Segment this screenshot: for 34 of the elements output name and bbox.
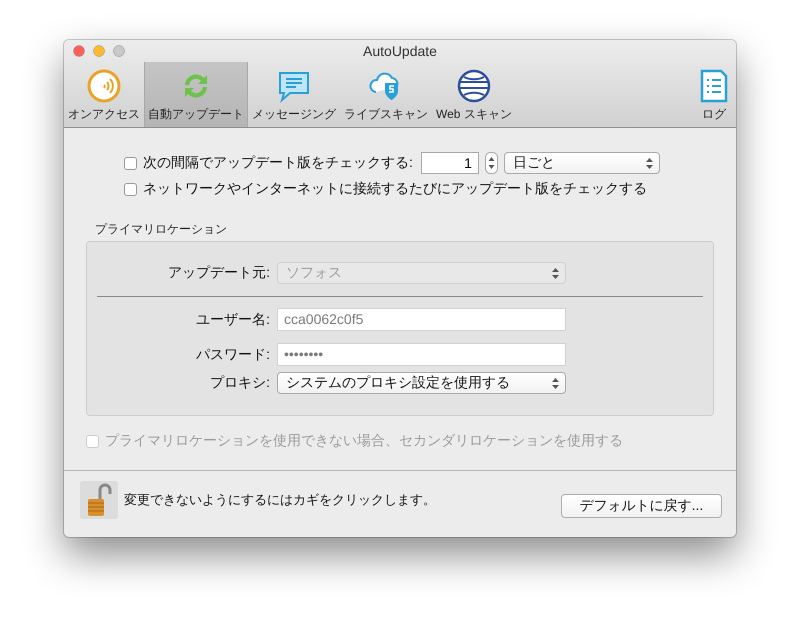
field-label: ユーザー名: [195, 310, 270, 328]
unit-select[interactable]: 日ごと [504, 152, 660, 174]
zoom-icon[interactable] [113, 45, 125, 57]
toolbar-tab[interactable]: Web スキャン [432, 62, 516, 127]
window-title: AutoUpdate [363, 43, 437, 59]
lock-hint: 変更できないようにするにはカギをクリックします。 [124, 491, 437, 509]
stepper-icon[interactable] [484, 152, 498, 174]
ring-icon [86, 68, 122, 104]
checkbox[interactable] [124, 182, 137, 196]
checkbox-label: ネットワークやインターネットに接続するたびにアップデート版をチェックする [143, 180, 647, 198]
field-label: プロキシ: [209, 374, 270, 392]
globe-icon [456, 68, 492, 104]
toolbar-tab[interactable]: ログ [692, 62, 736, 127]
group-title: プライマリロケーション [95, 221, 228, 238]
toolbar-tab[interactable]: 自動アップデート [144, 62, 248, 127]
interval-field[interactable]: 1 [420, 152, 479, 174]
password-field[interactable]: •••••••• [277, 343, 566, 366]
restore-defaults-button[interactable]: デフォルトに戻す... [561, 494, 722, 518]
checkbox-label: プライマリロケーションを使用できない場合、セカンダリロケーションを使用する [105, 432, 623, 450]
minimize-icon[interactable] [93, 45, 105, 57]
select-arrows-icon [552, 378, 559, 388]
field-label: パスワード: [195, 346, 270, 364]
checkbox[interactable] [124, 156, 137, 170]
toolbar-tab[interactable]: メッセージング [248, 62, 340, 127]
lock-icon[interactable] [80, 481, 118, 519]
checkbox-label: 次の間隔でアップデート版をチェックする: [143, 154, 413, 172]
proxy-select[interactable]: システムのプロキシ設定を使用する [277, 372, 566, 394]
select-arrows-icon [552, 268, 559, 278]
toolbar-tab[interactable]: オンアクセス [64, 62, 144, 127]
toolbar-tab[interactable]: ライブスキャン [340, 62, 432, 127]
field-label: アップデート元: [167, 264, 270, 282]
close-icon[interactable] [73, 45, 85, 57]
select-arrows-icon [646, 158, 653, 168]
username-field[interactable]: cca0062c0f5 [277, 308, 566, 331]
